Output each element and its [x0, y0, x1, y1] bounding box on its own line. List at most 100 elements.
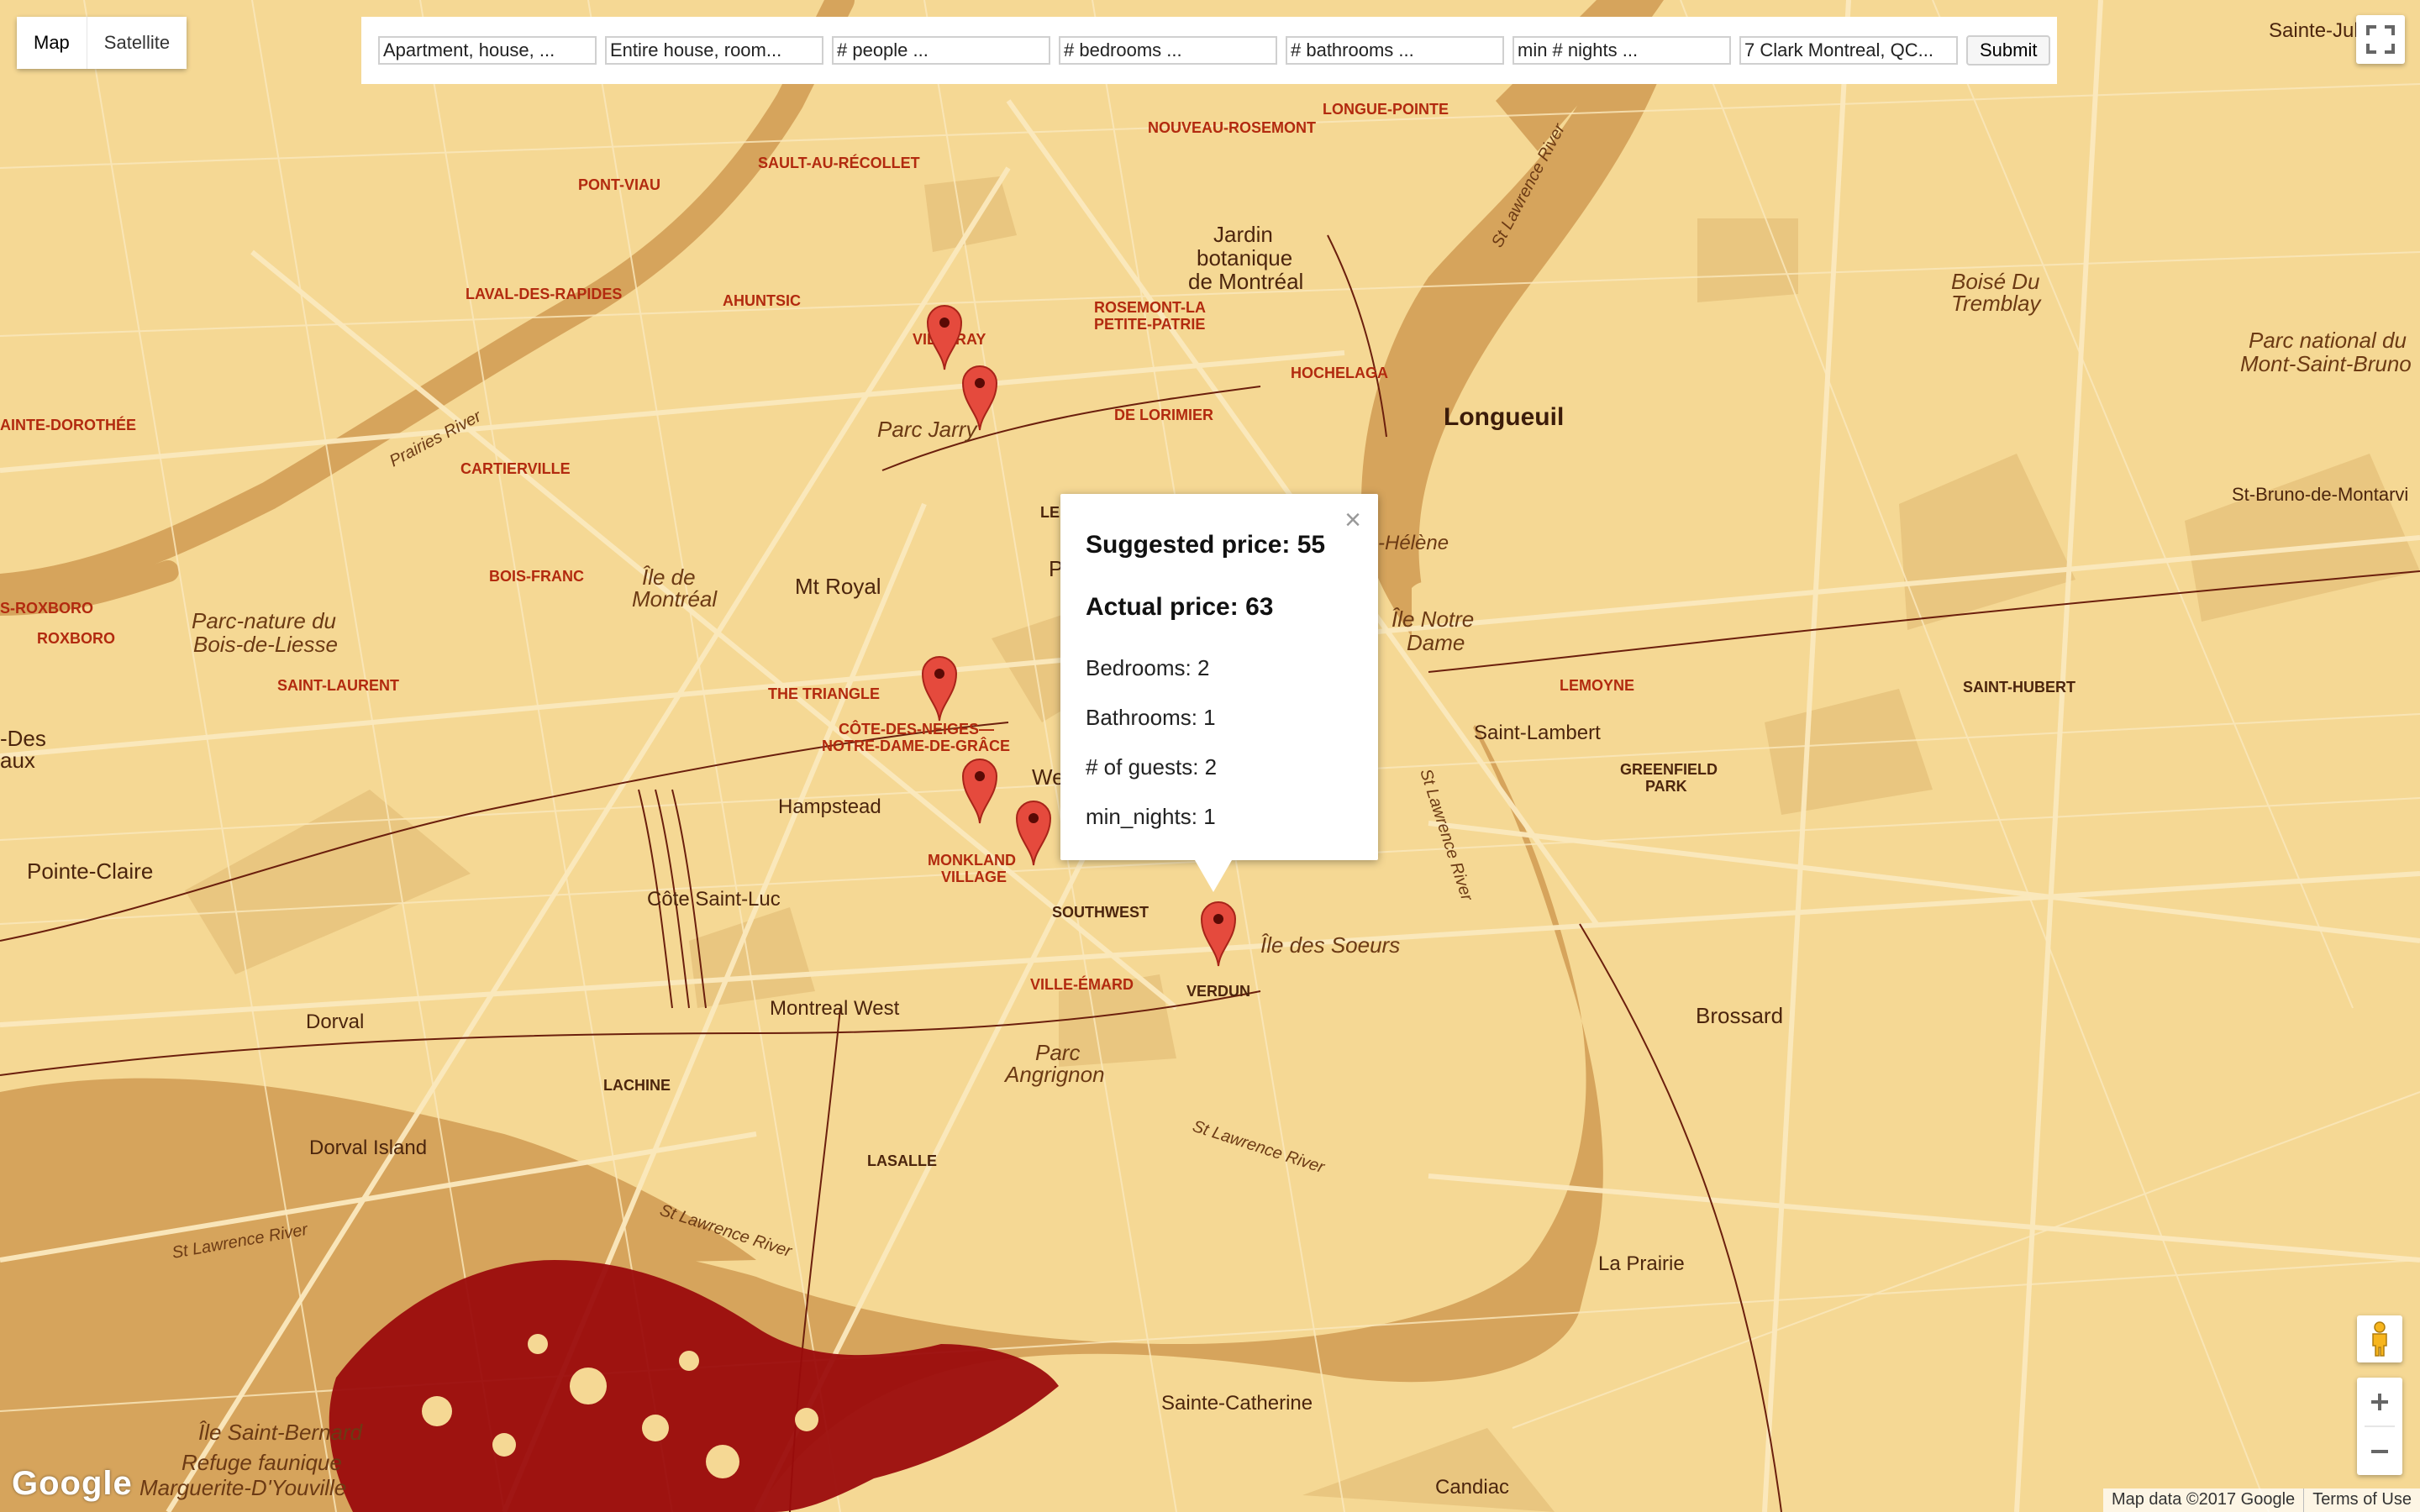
- label-st-bruno: St-Bruno-de-Montarvi: [2232, 484, 2408, 505]
- label-notre-dame-de-grace: NOTRE-DAME-DE-GRÂCE: [822, 737, 1010, 754]
- label-tremblay: Tremblay: [1951, 291, 2042, 316]
- map-pin-icon: [961, 759, 998, 824]
- label-dorval-island: Dorval Island: [309, 1137, 427, 1159]
- label-mont-saint-bruno: Mont-Saint-Bruno: [2240, 351, 2412, 376]
- label-ile-notre: Île Notre: [1392, 606, 1474, 632]
- map-pin-icon: [926, 305, 963, 370]
- label-the-triangle: THE TRIANGLE: [768, 685, 880, 702]
- bedrooms-info: Bedrooms: 2: [1086, 655, 1210, 680]
- label-ahuntsic: AHUNTSIC: [723, 292, 801, 309]
- label-de-montreal: de Montréal: [1188, 269, 1303, 294]
- label-le: LE: [1040, 504, 1060, 521]
- label-refuge-faunique: Refuge faunique: [182, 1450, 342, 1475]
- min-nights-input[interactable]: [1512, 36, 1731, 65]
- fullscreen-icon: [2366, 25, 2395, 54]
- label-jardin: Jardin: [1213, 222, 1273, 247]
- label-saint-laurent: SAINT-LAURENT: [277, 677, 399, 694]
- bedrooms-input[interactable]: [1059, 36, 1277, 65]
- map-data-credit[interactable]: Map data ©2017 Google: [2103, 1488, 2303, 1512]
- label-parc-nature: Parc-nature du: [192, 608, 336, 633]
- label-roxboro: ROXBORO: [37, 630, 115, 647]
- bathrooms-info: Bathrooms: 1: [1086, 705, 1216, 730]
- label-village: VILLAGE: [941, 869, 1007, 885]
- address-input[interactable]: [1739, 36, 1958, 65]
- terms-of-use-link[interactable]: Terms of Use: [2304, 1488, 2420, 1512]
- actual-price: Actual price: 63: [1086, 593, 1274, 621]
- map-type-map-button[interactable]: Map: [17, 17, 87, 69]
- label-mt-royal: Mt Royal: [795, 574, 881, 599]
- label-we: We: [1032, 764, 1065, 790]
- label-petite-patrie: PETITE-PATRIE: [1094, 316, 1205, 333]
- property-type-input[interactable]: [378, 36, 597, 65]
- map-pin-icon: [1015, 801, 1052, 866]
- guests-info: # of guests: 2: [1086, 754, 1218, 780]
- label-ile-saint-bernard: Île Saint-Bernard: [198, 1420, 364, 1445]
- min-nights-info: min_nights: 1: [1086, 804, 1216, 829]
- listing-marker[interactable]: [924, 302, 965, 371]
- listing-marker[interactable]: [960, 756, 1000, 825]
- label-montreal-island: Montréal: [632, 586, 718, 612]
- label-parc-national: Parc national du: [2249, 328, 2407, 353]
- label-longue-pointe: LONGUE-POINTE: [1323, 101, 1449, 118]
- zoom-out-button[interactable]: [2357, 1427, 2402, 1475]
- map-type-satellite-button[interactable]: Satellite: [87, 17, 187, 69]
- label-lasalle: LASALLE: [867, 1152, 937, 1169]
- label-s-roxboro: S-ROXBORO: [0, 600, 93, 617]
- map-pin-icon: [961, 365, 998, 431]
- label-dame: Dame: [1407, 630, 1465, 655]
- listing-marker-selected[interactable]: [1198, 899, 1239, 968]
- label-candiac: Candiac: [1435, 1476, 1509, 1499]
- label-hampstead: Hampstead: [778, 795, 881, 818]
- label-cote-saint-luc: Côte Saint-Luc: [647, 888, 781, 911]
- label-sault-au-recollet: SAULT-AU-RÉCOLLET: [758, 154, 920, 171]
- room-type-input[interactable]: [605, 36, 823, 65]
- label-bois-de-liesse: Bois-de-Liesse: [193, 632, 338, 657]
- street-view-pegman[interactable]: [2357, 1315, 2402, 1362]
- map-pin-icon: [1200, 901, 1237, 967]
- close-icon[interactable]: ×: [1344, 506, 1361, 534]
- label-dorval: Dorval: [306, 1011, 364, 1033]
- label-ile-des-soeurs: Île des Soeurs: [1260, 932, 1400, 958]
- people-input[interactable]: [832, 36, 1050, 65]
- pegman-icon: [2372, 1321, 2387, 1357]
- label-brossard: Brossard: [1696, 1003, 1783, 1028]
- listing-marker[interactable]: [919, 654, 960, 722]
- label-de-lorimier: DE LORIMIER: [1114, 407, 1213, 423]
- label-longueuil: Longueuil: [1444, 403, 1564, 431]
- label-hochelaga: HOCHELAGA: [1291, 365, 1388, 381]
- label-sainte-catherine: Sainte-Catherine: [1161, 1392, 1313, 1415]
- suggested-price: Suggested price: 55: [1086, 531, 1326, 559]
- zoom-control: [2357, 1378, 2402, 1475]
- label-montreal-west: Montreal West: [770, 997, 900, 1020]
- label-sainte-dorothee: AINTE-DOROTHÉE: [0, 416, 136, 433]
- label-botanique: botanique: [1197, 245, 1292, 270]
- label-saint-hubert: SAINT-HUBERT: [1963, 679, 2075, 696]
- listing-search-form: Submit: [361, 17, 2057, 84]
- map-type-control: Map Satellite: [17, 17, 187, 69]
- label-lachine: LACHINE: [603, 1077, 671, 1094]
- label-nouveau-rosemont: NOUVEAU-ROSEMONT: [1148, 119, 1316, 136]
- minus-icon: [2371, 1449, 2388, 1453]
- bathrooms-input[interactable]: [1286, 36, 1504, 65]
- label-rosemont: ROSEMONT-LA: [1094, 299, 1206, 316]
- listing-marker[interactable]: [960, 363, 1000, 432]
- label-ville-emard: VILLE-ÉMARD: [1030, 975, 1134, 993]
- label-pont-viau: PONT-VIAU: [578, 176, 660, 193]
- label-laval-des-rapides: LAVAL-DES-RAPIDES: [466, 286, 622, 302]
- fullscreen-button[interactable]: [2356, 15, 2405, 64]
- label-cote-des-neiges: CÔTE-DES-NEIGES—: [839, 720, 994, 738]
- label-greenfield: GREENFIELD: [1620, 761, 1718, 778]
- listing-marker[interactable]: [1013, 798, 1054, 867]
- map-pin-icon: [921, 656, 958, 722]
- plus-icon: [2371, 1393, 2388, 1410]
- label-bois-franc: BOIS-FRANC: [489, 568, 584, 585]
- zoom-in-button[interactable]: [2357, 1378, 2402, 1425]
- map-attribution: Map data ©2017 Google Terms of Use: [2102, 1488, 2420, 1512]
- label-pointe-claire: Pointe-Claire: [27, 858, 153, 884]
- google-logo[interactable]: Google: [12, 1465, 133, 1503]
- label-lemoyne: LEMOYNE: [1560, 677, 1634, 694]
- submit-button[interactable]: Submit: [1966, 35, 2051, 66]
- label-aux: aux: [0, 748, 35, 773]
- label-southwest: SOUTHWEST: [1052, 904, 1149, 921]
- label-monkland: MONKLAND: [928, 852, 1016, 869]
